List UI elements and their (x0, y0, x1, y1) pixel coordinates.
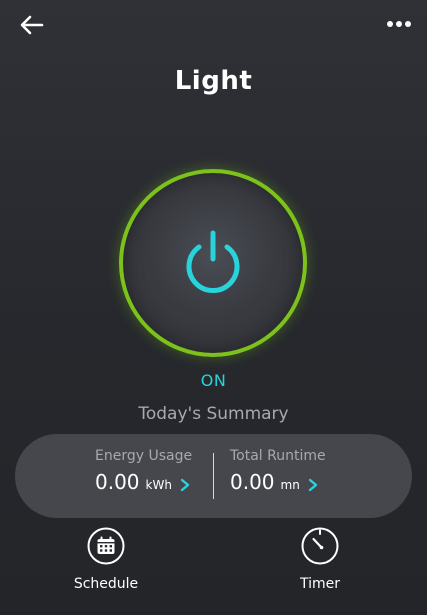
power-toggle-button[interactable] (119, 169, 307, 357)
energy-usage-label: Energy Usage (95, 448, 193, 464)
energy-usage-link[interactable]: 0.00 kWh (95, 470, 192, 494)
more-options-button[interactable] (385, 14, 413, 34)
schedule-button[interactable]: Schedule (51, 526, 161, 592)
total-runtime-unit: mn (280, 478, 300, 492)
page-title: Light (174, 66, 253, 96)
more-horizontal-icon (387, 21, 411, 27)
energy-usage-unit: kWh (145, 478, 172, 492)
back-button[interactable] (18, 12, 46, 38)
power-status-text: ON (200, 371, 227, 390)
timer-icon (300, 526, 340, 566)
energy-usage-metric: Energy Usage 0.00 kWh (95, 448, 192, 494)
chevron-right-icon (308, 478, 318, 492)
summary-divider (213, 453, 214, 499)
total-runtime-label: Total Runtime (230, 448, 326, 464)
total-runtime-metric: Total Runtime 0.00 mn (230, 448, 326, 494)
chevron-right-icon (180, 478, 190, 492)
arrow-left-icon (20, 15, 44, 35)
summary-title: Today's Summary (138, 404, 289, 424)
energy-usage-value: 0.00 (95, 470, 140, 494)
summary-card: Energy Usage 0.00 kWh Total Runtime 0.00… (15, 434, 412, 518)
total-runtime-link[interactable]: 0.00 mn (230, 470, 326, 494)
total-runtime-value: 0.00 (230, 470, 275, 494)
power-icon (186, 230, 240, 293)
calendar-icon (86, 526, 126, 566)
timer-button[interactable]: Timer (265, 526, 375, 592)
schedule-label: Schedule (73, 576, 139, 592)
timer-label: Timer (299, 576, 341, 592)
